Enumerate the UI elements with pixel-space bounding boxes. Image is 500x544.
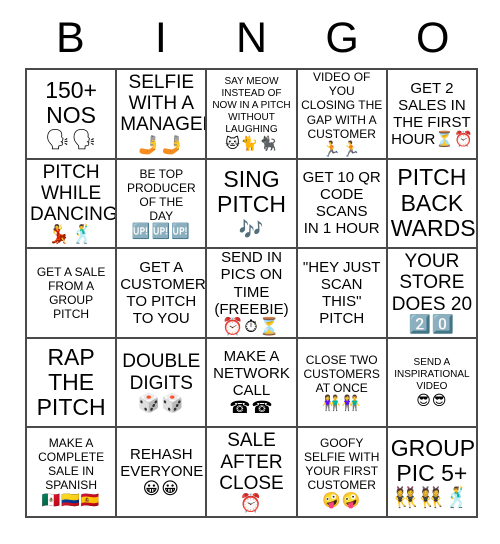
bingo-cell-text: SEND IN PICS ON TIME (FREEBIE) — [214, 249, 289, 318]
bingo-cell-emoji: 😎😎 — [416, 392, 448, 409]
bingo-cell[interactable]: SING PITCH 🎶 — [207, 159, 298, 250]
bingo-cell[interactable]: SEND A INSPIRATIONAL VIDEO 😎😎 — [387, 338, 478, 429]
header-letter-b: B — [55, 14, 85, 62]
header-letter-g: G — [325, 14, 359, 62]
bingo-cell-text: SEND A INSPIRATIONAL VIDEO — [394, 356, 470, 392]
bingo-cell-emoji: 👫👫 — [322, 394, 362, 413]
bingo-cell[interactable]: GET 2 SALES IN THE FIRST HOUR⏳⏰ — [387, 70, 478, 160]
bingo-cell-text: 150+ NOS — [45, 76, 97, 128]
bingo-cell[interactable]: CLOSE TWO CUSTOMERS AT ONCE 👫👫 — [297, 338, 388, 429]
bingo-cell[interactable]: PITCH WHILE DANCING 💃🕺 — [27, 159, 118, 250]
bingo-cell[interactable]: GET 10 QR CODE SCANS IN 1 HOUR — [297, 159, 388, 250]
bingo-cell-text: PITCH WHILE DANCING — [30, 161, 118, 226]
bingo-cell[interactable]: SAY MEOW INSTEAD OF NOW IN A PITCH WITHO… — [207, 70, 298, 160]
bingo-cell-text: BE TOP PRODUCER OF THE DAY — [126, 166, 196, 224]
bingo-cell[interactable]: PITCH BACK WARDS — [387, 159, 478, 250]
bingo-cell-emoji: 🗣🗣 — [44, 127, 98, 152]
bingo-cell-emoji: ⏰ — [239, 493, 264, 515]
bingo-cell-emoji: 🎶 — [238, 216, 265, 241]
bingo-cell-emoji: 🤪🤪 — [322, 491, 362, 510]
bingo-cell-emoji: 🐱🐈🐈‍⬛ — [225, 135, 278, 152]
header-letter-i: I — [154, 14, 167, 62]
bingo-cell-emoji: 💃🕺 — [47, 224, 95, 246]
bingo-cell-emoji: 😀😀 — [142, 478, 181, 499]
bingo-cell[interactable]: GROUP PIC 5+ 👯👯🕺 — [387, 428, 478, 518]
bingo-cell[interactable]: BE TOP PRODUCER OF THE DAY 🆙🆙🆙 — [117, 159, 208, 250]
bingo-card: B I N G O 150+ NOS 🗣🗣 SELFIE WITH A MANAGE… — [0, 0, 500, 544]
bingo-grid: 150+ NOS 🗣🗣 SELFIE WITH A MANAGER 🤳🤳 SAY MEO… — [25, 68, 478, 518]
header-letter-n: N — [235, 14, 268, 62]
bingo-cell-text: MAKE A COMPLETE SALE IN SPANISH — [38, 435, 105, 492]
bingo-cell-text: DOUBLE DIGITS — [122, 351, 201, 394]
bingo-cell[interactable]: REHASH EVERYONE 😀😀 — [117, 428, 208, 518]
bingo-cell[interactable]: VIDEO OF YOU CLOSING THE GAP WITH A CUST… — [297, 70, 388, 160]
bingo-cell-text: REHASH EVERYONE — [120, 445, 204, 480]
bingo-cell-emoji: 2️⃣0️⃣ — [408, 313, 456, 335]
bingo-cell-text: SELFIE WITH A MANAGER — [120, 71, 208, 136]
bingo-cell-text: GET 10 QR CODE SCANS IN 1 HOUR — [302, 169, 381, 238]
bingo-cell[interactable]: 150+ NOS 🗣🗣 — [27, 70, 118, 160]
bingo-cell[interactable]: YOUR STORE DOES 20 2️⃣0️⃣ — [387, 249, 478, 339]
bingo-cell-text: "HEY JUST SCAN THIS" PITCH — [302, 258, 381, 328]
header-letter-o: O — [415, 14, 450, 62]
bingo-cell[interactable]: RAP THE PITCH — [27, 338, 118, 429]
bingo-cell-emoji: 👯👯🕺 — [393, 485, 471, 510]
bingo-cell-text: YOUR STORE DOES 20 — [391, 251, 473, 315]
bingo-cell-text: PITCH BACK WARDS — [390, 164, 476, 242]
bingo-cell[interactable]: SEND IN PICS ON TIME (FREEBIE) ⏰⏱⏳ — [207, 249, 298, 339]
bingo-cell[interactable]: GET A CUSTOMER TO PITCH TO YOU — [117, 249, 208, 339]
bingo-cell-text: VIDEO OF YOU CLOSING THE GAP WITH A CUST… — [301, 70, 383, 141]
bingo-cell[interactable]: DOUBLE DIGITS 🎲🎲 — [117, 338, 208, 429]
bingo-cell[interactable]: SELFIE WITH A MANAGER 🤳🤳 — [117, 70, 208, 160]
bingo-cell-text: GOOFY SELFIE WITH YOUR FIRST CUSTOMER — [304, 435, 380, 492]
bingo-cell-emoji: 🆙🆙🆙 — [131, 222, 191, 241]
bingo-cell-text: GROUP PIC 5+ — [390, 434, 476, 487]
bingo-cell-emoji: 🏃🏃 — [322, 139, 362, 158]
bingo-cell-text: GET 2 SALES IN THE FIRST HOUR⏳⏰ — [391, 79, 473, 148]
bingo-cell[interactable]: "HEY JUST SCAN THIS" PITCH — [297, 249, 388, 339]
bingo-cell[interactable]: SALE AFTER CLOSE ⏰ — [207, 428, 298, 518]
bingo-cell-text: RAP THE PITCH — [36, 343, 106, 421]
bingo-cell-emoji: 🇲🇽🇨🇴🇪🇸 — [41, 491, 101, 510]
bingo-cell-text: SAY MEOW INSTEAD OF NOW IN A PITCH WITHO… — [212, 75, 291, 135]
bingo-cell-text: CLOSE TWO CUSTOMERS AT ONCE — [303, 352, 380, 396]
bingo-cell-text: GET A SALE FROM A GROUP PITCH — [36, 264, 106, 322]
bingo-cell[interactable]: GET A SALE FROM A GROUP PITCH — [27, 249, 118, 339]
bingo-cell-text: SALE AFTER CLOSE — [219, 430, 284, 494]
bingo-cell-emoji: 🎲🎲 — [137, 392, 185, 414]
bingo-cell-emoji: 🤳🤳 — [137, 134, 185, 156]
bingo-cell-text: MAKE A NETWORK CALL — [213, 347, 290, 399]
bingo-cell-emoji: ⏰⏱⏳ — [222, 316, 281, 337]
bingo-header: B I N G O — [25, 12, 478, 64]
bingo-cell[interactable]: MAKE A NETWORK CALL ☎☎ — [207, 338, 298, 429]
bingo-cell-emoji: ☎☎ — [229, 397, 274, 418]
bingo-cell[interactable]: GOOFY SELFIE WITH YOUR FIRST CUSTOMER 🤪🤪 — [297, 428, 388, 518]
bingo-cell[interactable]: MAKE A COMPLETE SALE IN SPANISH 🇲🇽🇨🇴🇪🇸 — [27, 428, 118, 518]
bingo-cell-text: SING PITCH — [216, 166, 286, 218]
bingo-cell-text: GET A CUSTOMER TO PITCH TO YOU — [120, 258, 206, 328]
